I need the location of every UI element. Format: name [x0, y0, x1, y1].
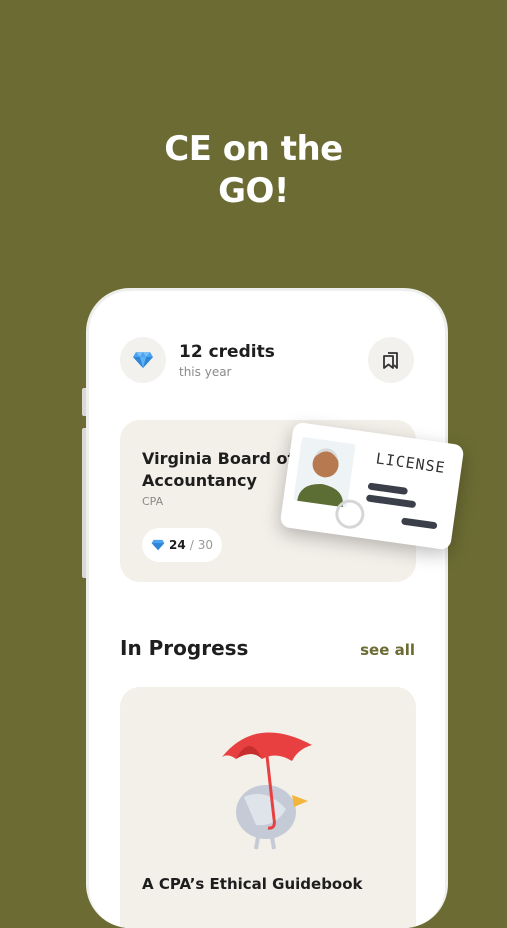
phone-side-button: [82, 428, 86, 578]
headline-line-2: GO!: [218, 171, 289, 211]
in-progress-title: In Progress: [120, 636, 249, 660]
board-name: Virginia Board of Accountancy: [142, 449, 295, 490]
phone-frame: 12 credits this year Virginia Board of A…: [82, 288, 448, 928]
headline: CE on the GO!: [0, 128, 507, 212]
diamond-icon: [151, 539, 165, 551]
see-all-link[interactable]: see all: [360, 641, 415, 659]
credits-count: 12 credits: [179, 342, 275, 362]
credits-period: this year: [179, 365, 232, 379]
bookmarks-button[interactable]: [368, 337, 414, 383]
umbrella-bird-illustration: [222, 732, 312, 850]
phone-side-button: [82, 388, 86, 416]
course-title: A CPA’s Ethical Guidebook: [142, 875, 363, 893]
credits-earned: 24: [168, 538, 186, 552]
license-type: CPA: [142, 495, 164, 508]
credit-progress-pill: 24/30: [142, 528, 222, 562]
headline-line-1: CE on the: [164, 129, 343, 169]
progress-separator: /: [189, 538, 194, 552]
bookmarks-icon: [383, 352, 398, 369]
course-card[interactable]: A CPA’s Ethical Guidebook: [120, 687, 416, 928]
diamond-icon: [133, 352, 153, 368]
credits-required: 30: [197, 538, 214, 552]
credits-badge: [120, 337, 166, 383]
app-screen: 12 credits this year Virginia Board of A…: [89, 291, 445, 928]
